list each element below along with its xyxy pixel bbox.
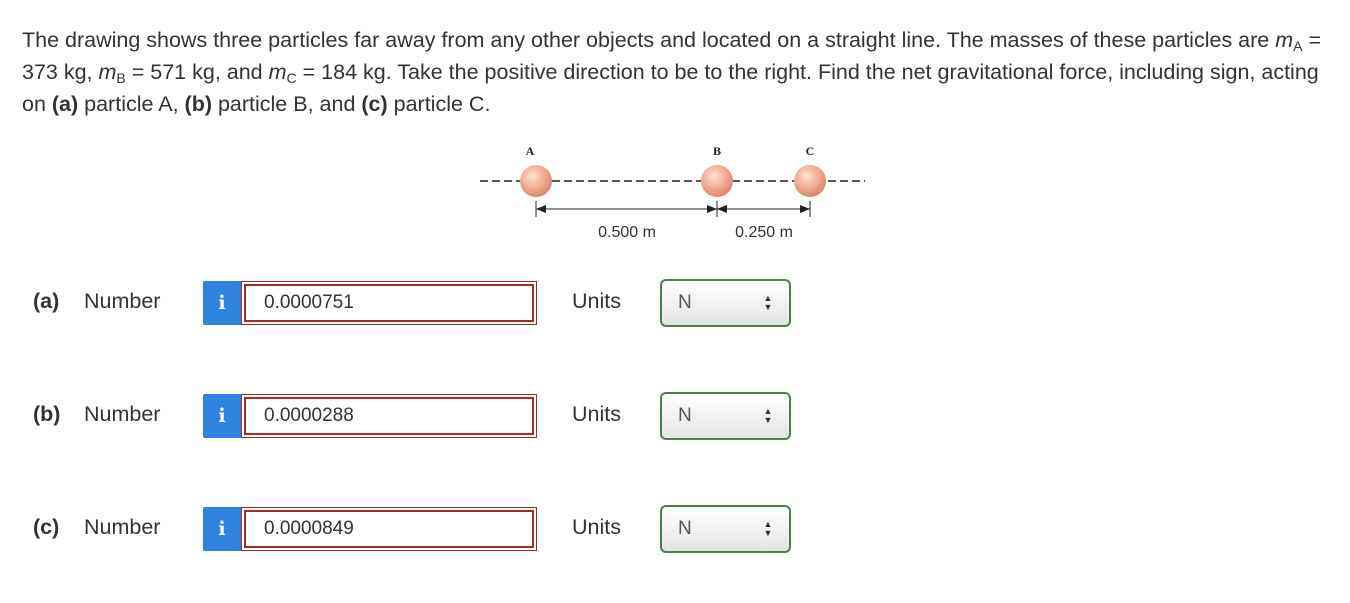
- answer-input[interactable]: 0.0000751: [241, 281, 537, 325]
- units-select[interactable]: N ▲ ▼: [660, 392, 791, 440]
- label-particle-c: C: [806, 144, 815, 158]
- part-label: (b): [33, 402, 61, 426]
- answer-value[interactable]: 0.0000849: [244, 510, 534, 548]
- number-label: Number: [84, 515, 161, 539]
- particle-b: [701, 165, 733, 197]
- units-select[interactable]: N ▲ ▼: [660, 279, 791, 327]
- answer-row-a: (a) Number i 0.0000751 Units N ▲ ▼: [0, 279, 1350, 329]
- units-label: Units: [572, 289, 621, 313]
- info-icon[interactable]: i: [203, 281, 241, 325]
- up-down-arrows-icon: ▲ ▼: [763, 293, 773, 312]
- answer-value[interactable]: 0.0000288: [244, 397, 534, 435]
- info-icon[interactable]: i: [203, 507, 241, 551]
- arrowhead-c: [800, 205, 810, 213]
- part-label: (c): [33, 515, 60, 539]
- units-select[interactable]: N ▲ ▼: [660, 505, 791, 553]
- label-particle-b: B: [713, 144, 721, 158]
- distance-ab-label: 0.500 m: [598, 224, 656, 241]
- answer-row-c: (c) Number i 0.0000849 Units N ▲ ▼: [0, 505, 1350, 555]
- units-label: Units: [572, 402, 621, 426]
- particle-a: [520, 165, 552, 197]
- answer-input[interactable]: 0.0000849: [241, 507, 537, 551]
- number-label: Number: [84, 402, 161, 426]
- question-text: The drawing shows three particles far aw…: [22, 28, 1322, 116]
- up-down-arrows-icon: ▲ ▼: [763, 406, 773, 425]
- units-label: Units: [572, 515, 621, 539]
- arrowhead-a: [536, 205, 546, 213]
- distance-bc-label: 0.250 m: [735, 224, 793, 241]
- label-particle-a: A: [526, 144, 535, 158]
- number-label: Number: [84, 289, 161, 313]
- part-label: (a): [33, 289, 60, 313]
- units-select-value: N: [678, 292, 692, 313]
- answer-value[interactable]: 0.0000751: [244, 284, 534, 322]
- answer-row-b: (b) Number i 0.0000288 Units N ▲ ▼: [0, 392, 1350, 442]
- up-down-arrows-icon: ▲ ▼: [763, 519, 773, 538]
- arrowhead-b-left: [707, 205, 717, 213]
- answer-input[interactable]: 0.0000288: [241, 394, 537, 438]
- units-select-value: N: [678, 405, 692, 426]
- units-select-value: N: [678, 518, 692, 539]
- arrowhead-b-right: [717, 205, 727, 213]
- info-icon[interactable]: i: [203, 394, 241, 438]
- particle-c: [794, 165, 826, 197]
- particle-diagram: A B C 0.500 m 0.250 m: [470, 138, 870, 248]
